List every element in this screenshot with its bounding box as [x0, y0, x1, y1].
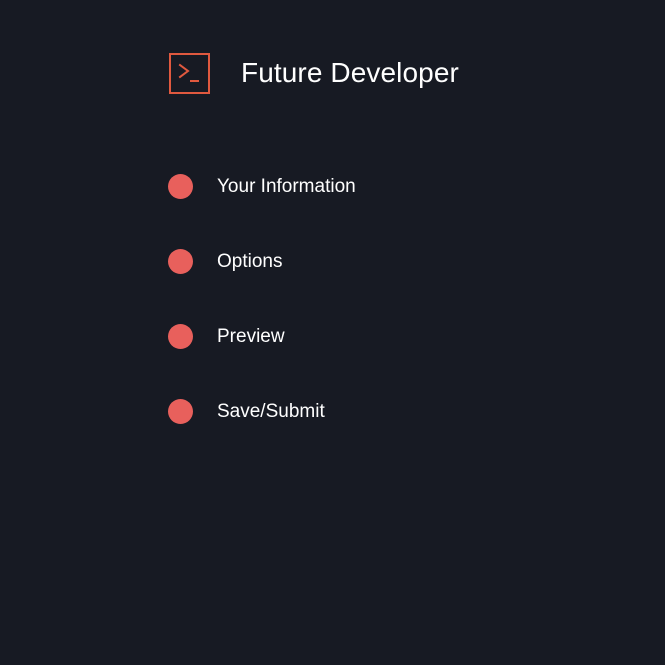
terminal-logo-icon	[169, 52, 210, 94]
step-preview[interactable]: Preview	[168, 323, 356, 349]
terminal-prompt-icon	[178, 63, 199, 82]
step-indicator-dot	[168, 323, 193, 349]
step-save-submit[interactable]: Save/Submit	[168, 398, 356, 424]
step-nav: Your Information Options Preview Save/Su…	[168, 173, 356, 473]
step-indicator-dot	[168, 398, 193, 424]
app-title: Future Developer	[241, 57, 459, 88]
app-page: Future Developer Your Information Option…	[0, 0, 665, 665]
step-indicator-dot	[168, 173, 193, 199]
step-label: Your Information	[217, 175, 356, 197]
brand-header: Future Developer	[169, 50, 459, 96]
step-your-information[interactable]: Your Information	[168, 173, 356, 199]
step-options[interactable]: Options	[168, 248, 356, 274]
step-indicator-dot	[168, 248, 193, 274]
step-label: Save/Submit	[217, 400, 325, 422]
step-label: Preview	[217, 325, 285, 347]
step-label: Options	[217, 250, 283, 272]
